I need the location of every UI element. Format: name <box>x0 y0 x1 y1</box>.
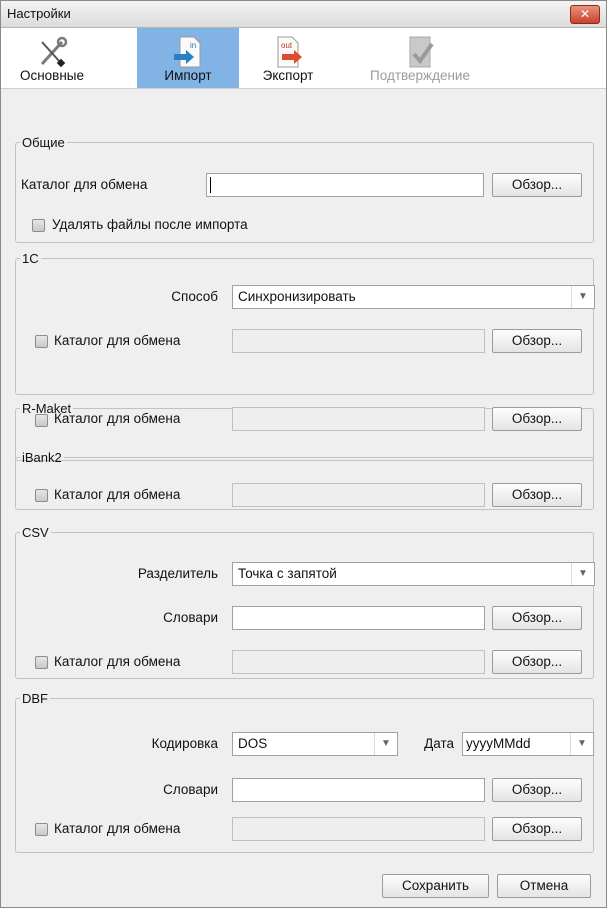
title-bar[interactable]: Настройки ✕ <box>1 1 606 28</box>
dbf-dicts-browse-button[interactable]: Обзор... <box>492 778 582 802</box>
rmaket-browse-button[interactable]: Обзор... <box>492 407 582 431</box>
dbf-exchange-dir-input[interactable] <box>232 817 485 841</box>
tab-import-label: Импорт <box>164 68 212 83</box>
dbf-dicts-input[interactable] <box>232 778 485 802</box>
tab-export-label: Экспорт <box>262 68 314 83</box>
onec-method-label: Способ <box>171 289 218 304</box>
ibank2-browse-button[interactable]: Обзор... <box>492 483 582 507</box>
save-button[interactable]: Сохранить <box>382 874 489 898</box>
onec-exchange-dir-checkbox[interactable] <box>35 335 48 348</box>
general-exchange-dir-label: Каталог для обмена <box>21 177 148 192</box>
tab-general-label: Основные <box>19 68 85 83</box>
export-icon-text: out <box>281 41 293 50</box>
window-title: Настройки <box>7 6 71 21</box>
settings-window: Настройки ✕ Основные in Импорт out Экспо… <box>0 0 607 908</box>
import-file-icon: in <box>174 36 201 68</box>
close-icon: ✕ <box>579 7 591 21</box>
dropdown-arrow-icon: ▼ <box>374 733 397 755</box>
confirm-document-icon <box>409 36 434 68</box>
group-1c-title: 1С <box>22 251 39 266</box>
csv-separator-value: Точка с запятой <box>238 566 337 581</box>
group-general-title: Общие <box>22 135 65 150</box>
dbf-encoding-label: Кодировка <box>151 736 218 751</box>
delete-after-import-checkbox[interactable] <box>32 219 45 232</box>
close-button[interactable]: ✕ <box>570 5 600 24</box>
ibank2-exchange-dir-label: Каталог для обмена <box>54 487 181 502</box>
group-1c: 1С <box>15 251 594 395</box>
onec-exchange-dir-input[interactable] <box>232 329 485 353</box>
tab-general[interactable]: Основные <box>1 28 103 88</box>
export-file-icon: out <box>277 36 302 68</box>
group-csv-title: CSV <box>22 525 49 540</box>
cancel-button[interactable]: Отмена <box>497 874 591 898</box>
csv-exchange-dir-label: Каталог для обмена <box>54 654 181 669</box>
dbf-encoding-select[interactable]: DOS ▼ <box>232 732 398 756</box>
dbf-date-value: yyyyMMdd <box>466 736 531 751</box>
group-ibank2-title: iBank2 <box>22 450 62 465</box>
tab-confirmation-label: Подтверждение <box>370 68 470 83</box>
csv-exchange-dir-checkbox[interactable] <box>35 656 48 669</box>
dropdown-arrow-icon: ▼ <box>570 733 593 755</box>
settings-tabs: Основные in Импорт out Экспорт Подтвержд <box>1 28 606 89</box>
dbf-exchange-dir-label: Каталог для обмена <box>54 821 181 836</box>
onec-method-select[interactable]: Синхронизировать ▼ <box>232 285 595 309</box>
onec-exchange-dir-label: Каталог для обмена <box>54 333 181 348</box>
dropdown-arrow-icon: ▼ <box>571 563 594 585</box>
wrench-screwdriver-icon <box>40 36 68 68</box>
rmaket-exchange-dir-input[interactable] <box>232 407 485 431</box>
dbf-date-select[interactable]: yyyyMMdd ▼ <box>462 732 594 756</box>
text-caret <box>210 177 211 193</box>
tab-confirmation[interactable]: Подтверждение <box>353 28 487 88</box>
tab-import[interactable]: in Импорт <box>137 28 239 88</box>
dbf-encoding-value: DOS <box>238 736 268 751</box>
onec-browse-button[interactable]: Обзор... <box>492 329 582 353</box>
dbf-exchange-dir-checkbox[interactable] <box>35 823 48 836</box>
rmaket-exchange-dir-checkbox[interactable] <box>35 414 48 427</box>
delete-after-import-label: Удалять файлы после импорта <box>52 217 248 232</box>
dbf-dicts-label: Словари <box>163 782 218 797</box>
group-dbf-title: DBF <box>22 691 48 706</box>
tab-export[interactable]: out Экспорт <box>243 28 333 88</box>
onec-method-value: Синхронизировать <box>238 289 356 304</box>
csv-dicts-input[interactable] <box>232 606 485 630</box>
ibank2-exchange-dir-checkbox[interactable] <box>35 489 48 502</box>
ibank2-exchange-dir-input[interactable] <box>232 483 485 507</box>
csv-separator-label: Разделитель <box>137 566 218 581</box>
csv-separator-select[interactable]: Точка с запятой ▼ <box>232 562 595 586</box>
import-icon-text: in <box>190 41 196 50</box>
dbf-browse-button[interactable]: Обзор... <box>492 817 582 841</box>
csv-dicts-browse-button[interactable]: Обзор... <box>492 606 582 630</box>
rmaket-exchange-dir-label: Каталог для обмена <box>54 411 181 426</box>
csv-browse-button[interactable]: Обзор... <box>492 650 582 674</box>
dbf-date-label: Дата <box>424 736 454 751</box>
general-exchange-dir-input[interactable] <box>206 173 484 197</box>
dropdown-arrow-icon: ▼ <box>571 286 594 308</box>
general-browse-button[interactable]: Обзор... <box>492 173 582 197</box>
csv-dicts-label: Словари <box>163 610 218 625</box>
csv-exchange-dir-input[interactable] <box>232 650 485 674</box>
